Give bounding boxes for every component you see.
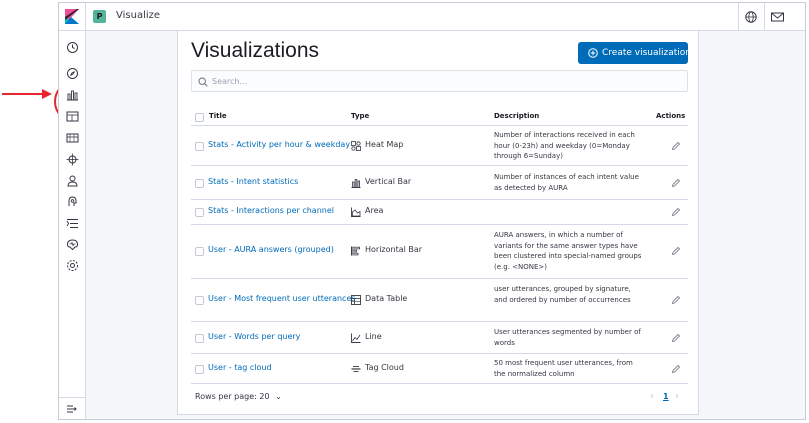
visualization-type: Tag Cloud — [365, 363, 404, 372]
visualization-type: Horizontal Bar — [365, 245, 423, 254]
visualization-title-link[interactable]: User - Words per query — [208, 332, 300, 341]
search-bar — [191, 70, 688, 92]
nav-recent-clock-icon[interactable] — [66, 41, 79, 54]
visualization-description: Number of interactions received in each … — [494, 131, 635, 160]
visualization-title-link[interactable]: User - Most frequent user utterances — [208, 294, 356, 303]
visualizations-panel: Visualizations Create visualization Titl… — [177, 31, 699, 415]
row-checkbox[interactable] — [195, 365, 204, 374]
visualization-description: Number of instances of each intent value… — [494, 173, 639, 192]
nav-settings-gear-icon[interactable] — [66, 259, 79, 272]
table-row: Stats - Intent statistics Vertical Bar N… — [191, 166, 688, 200]
row-checkbox[interactable] — [195, 296, 204, 305]
row-checkbox[interactable] — [195, 247, 204, 256]
table-row: User - Words per query Line User utteran… — [191, 322, 688, 354]
nav-user-icon[interactable] — [66, 174, 79, 187]
column-header-type[interactable]: Type — [351, 112, 369, 120]
edit-pencil-icon[interactable] — [671, 246, 681, 256]
nav-ml-icon[interactable] — [66, 195, 79, 208]
rows-per-page-selector[interactable]: Rows per page: 20 ⌄ — [195, 392, 282, 401]
space-avatar[interactable]: P — [93, 10, 106, 23]
visualization-description: User utterances segmented by number of w… — [494, 328, 641, 347]
row-checkbox[interactable] — [195, 334, 204, 343]
table-row: User - tag cloud Tag Cloud 50 most frequ… — [191, 354, 688, 384]
visualization-title-link[interactable]: Stats - Interactions per channel — [208, 206, 334, 215]
table-row: Stats - Interactions per channel Area — [191, 200, 688, 225]
visualization-type: Heat Map — [365, 140, 404, 149]
nav-monitoring-icon[interactable] — [66, 238, 79, 251]
area-chart-icon — [351, 207, 361, 217]
edit-pencil-icon[interactable] — [671, 207, 681, 217]
rows-per-page-label: Rows per page: 20 — [195, 392, 270, 401]
edit-pencil-icon[interactable] — [671, 295, 681, 305]
visualization-title-link[interactable]: User - AURA answers (grouped) — [208, 245, 334, 254]
tag-cloud-icon — [351, 366, 361, 372]
nav-devtools-icon[interactable] — [66, 217, 79, 230]
collapse-arrow-icon — [67, 405, 77, 413]
row-checkbox[interactable] — [195, 179, 204, 188]
kibana-window: P Visualize Visualizations Create visual… — [58, 2, 806, 420]
column-header-title[interactable]: Title — [209, 112, 227, 120]
create-visualization-button[interactable]: Create visualization — [578, 42, 691, 64]
pagination-prev-icon[interactable]: ‹ — [650, 391, 654, 402]
visualization-type: Line — [365, 332, 382, 341]
horizontal-bar-icon — [351, 246, 360, 256]
nav-discover-compass-icon[interactable] — [66, 67, 79, 80]
topbar-divider — [738, 3, 739, 31]
plus-circle-icon — [588, 48, 598, 58]
edit-pencil-icon[interactable] — [671, 364, 681, 374]
pagination-page[interactable]: 1 — [663, 392, 669, 401]
kibana-logo-icon[interactable] — [65, 9, 79, 24]
nav-dashboard-icon[interactable] — [66, 110, 79, 123]
visualization-description: 50 most frequent user utterances, from t… — [494, 359, 633, 378]
column-header-description: Description — [494, 112, 540, 120]
table-row: User - AURA answers (grouped) Horizontal… — [191, 225, 688, 279]
pagination-next-icon[interactable]: › — [675, 391, 679, 402]
visualization-type: Data Table — [365, 294, 408, 303]
help-globe-icon[interactable] — [745, 11, 757, 23]
visualization-description: AURA answers, in which a number of varia… — [494, 231, 642, 271]
edit-pencil-icon[interactable] — [671, 141, 681, 151]
table-row: User - Most frequent user utterances Dat… — [191, 279, 688, 322]
heatmap-icon — [351, 141, 361, 151]
create-visualization-label: Create visualization — [602, 48, 691, 58]
chevron-down-icon: ⌄ — [275, 392, 282, 401]
breadcrumb: Visualize — [116, 10, 161, 21]
visualization-description: user utterances, grouped by signature, a… — [494, 285, 631, 304]
mail-icon[interactable] — [771, 11, 784, 23]
visualization-title-link[interactable]: User - tag cloud — [208, 363, 272, 372]
column-header-actions: Actions — [656, 112, 686, 120]
topbar-divider — [764, 3, 765, 31]
data-table-icon — [351, 295, 361, 305]
vertical-bar-icon — [351, 179, 361, 188]
visualization-type: Vertical Bar — [365, 177, 412, 186]
side-nav — [59, 31, 86, 419]
nav-collapse-button[interactable] — [59, 397, 85, 419]
line-chart-icon — [351, 333, 361, 343]
page-title: Visualizations — [191, 39, 320, 62]
annotation-arrow — [2, 89, 52, 99]
visualization-title-link[interactable]: Stats - Activity per hour & weekday — [208, 140, 350, 149]
search-input[interactable] — [212, 74, 672, 89]
search-icon — [198, 77, 208, 87]
row-checkbox[interactable] — [195, 208, 204, 217]
visualization-type: Area — [365, 206, 384, 215]
row-checkbox[interactable] — [195, 142, 204, 151]
visualization-title-link[interactable]: Stats - Intent statistics — [208, 177, 298, 186]
nav-visualize-icon[interactable] — [66, 88, 79, 101]
table-row: Stats - Activity per hour & weekday Heat… — [191, 126, 688, 166]
nav-maps-icon[interactable] — [66, 153, 79, 166]
top-bar: P Visualize — [59, 3, 805, 31]
nav-canvas-icon[interactable] — [66, 131, 79, 144]
topbar-divider — [85, 3, 86, 31]
edit-pencil-icon[interactable] — [671, 333, 681, 343]
select-all-checkbox[interactable] — [195, 113, 204, 122]
edit-pencil-icon[interactable] — [671, 178, 681, 188]
